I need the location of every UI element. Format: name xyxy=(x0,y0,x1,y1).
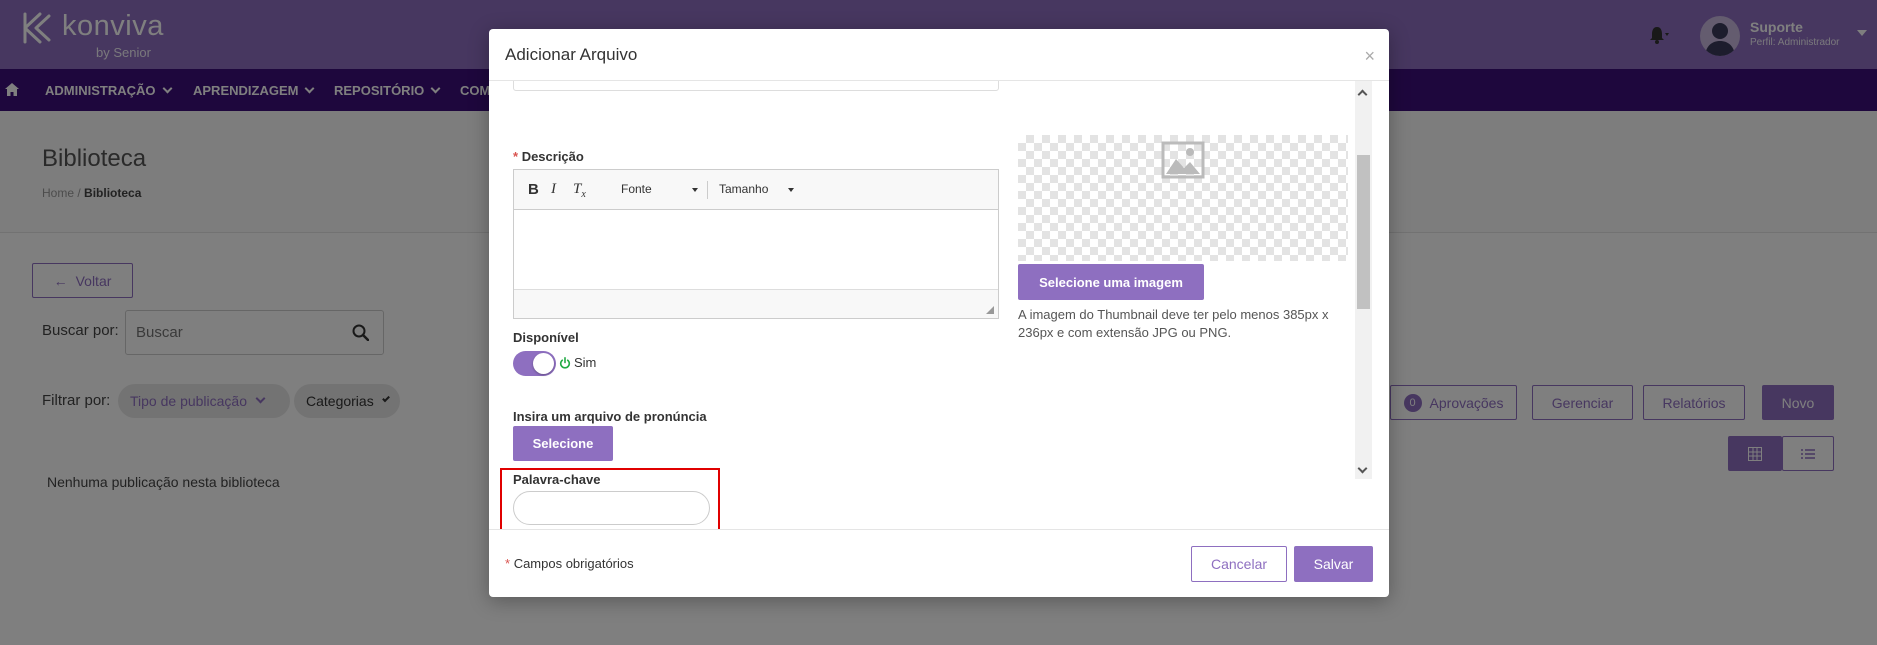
editor-toolbar: B I Tx Fonte Tamanho xyxy=(514,170,998,210)
available-toggle[interactable] xyxy=(513,351,556,376)
keyword-highlight-box xyxy=(500,468,720,529)
description-editor-area[interactable] xyxy=(514,211,998,289)
modal-footer-divider xyxy=(489,529,1389,530)
required-fields-text: Campos obrigatórios xyxy=(513,556,634,571)
previous-field-input[interactable] xyxy=(513,81,999,91)
available-label: Disponível xyxy=(513,330,579,345)
thumbnail-hint: A imagem do Thumbnail deve ter pelo meno… xyxy=(1018,307,1329,340)
required-fields-note: * Campos obrigatórios xyxy=(505,556,634,571)
thumbnail-preview xyxy=(1018,135,1348,261)
caret-down-icon xyxy=(788,188,794,192)
pronunciation-label: Insira um arquivo de pronúncia xyxy=(513,409,707,424)
modal-title: Adicionar Arquivo xyxy=(505,45,638,64)
add-file-modal: Adicionar Arquivo × * Descrição B I Tx F… xyxy=(489,29,1389,597)
bold-button[interactable]: B xyxy=(528,181,539,198)
required-mark: * xyxy=(505,556,511,571)
size-select-label: Tamanho xyxy=(719,182,769,196)
save-button[interactable]: Salvar xyxy=(1294,546,1373,582)
font-select[interactable]: Fonte xyxy=(621,182,701,196)
modal-body: * Descrição B I Tx Fonte Tamanho Disponí… xyxy=(489,81,1389,529)
caret-down-icon xyxy=(692,188,698,192)
description-label: * Descrição xyxy=(513,149,584,164)
cancel-button[interactable]: Cancelar xyxy=(1191,546,1287,582)
clear-format-button[interactable]: Tx xyxy=(573,181,586,200)
select-image-button[interactable]: Selecione uma imagem xyxy=(1018,264,1204,300)
font-select-label: Fonte xyxy=(621,182,652,196)
scroll-thumb[interactable] xyxy=(1357,155,1370,309)
description-editor: B I Tx Fonte Tamanho xyxy=(513,169,999,319)
scroll-up-icon[interactable] xyxy=(1357,89,1368,100)
toolbar-separator xyxy=(707,181,708,199)
select-pronunciation-button[interactable]: Selecione xyxy=(513,426,613,461)
close-icon[interactable]: × xyxy=(1364,47,1375,65)
description-label-text: Descrição xyxy=(521,149,584,164)
scroll-down-icon[interactable] xyxy=(1357,463,1368,474)
resize-handle-icon[interactable] xyxy=(986,306,994,314)
editor-footer xyxy=(514,289,998,318)
italic-button[interactable]: I xyxy=(551,181,556,198)
toggle-knob xyxy=(533,353,554,374)
required-mark: * xyxy=(513,149,519,164)
modal-scrollbar[interactable] xyxy=(1355,81,1372,479)
size-select[interactable]: Tamanho xyxy=(719,182,799,196)
power-icon xyxy=(559,357,571,369)
image-placeholder-icon xyxy=(1161,141,1205,179)
available-state-label: Sim xyxy=(574,355,597,370)
